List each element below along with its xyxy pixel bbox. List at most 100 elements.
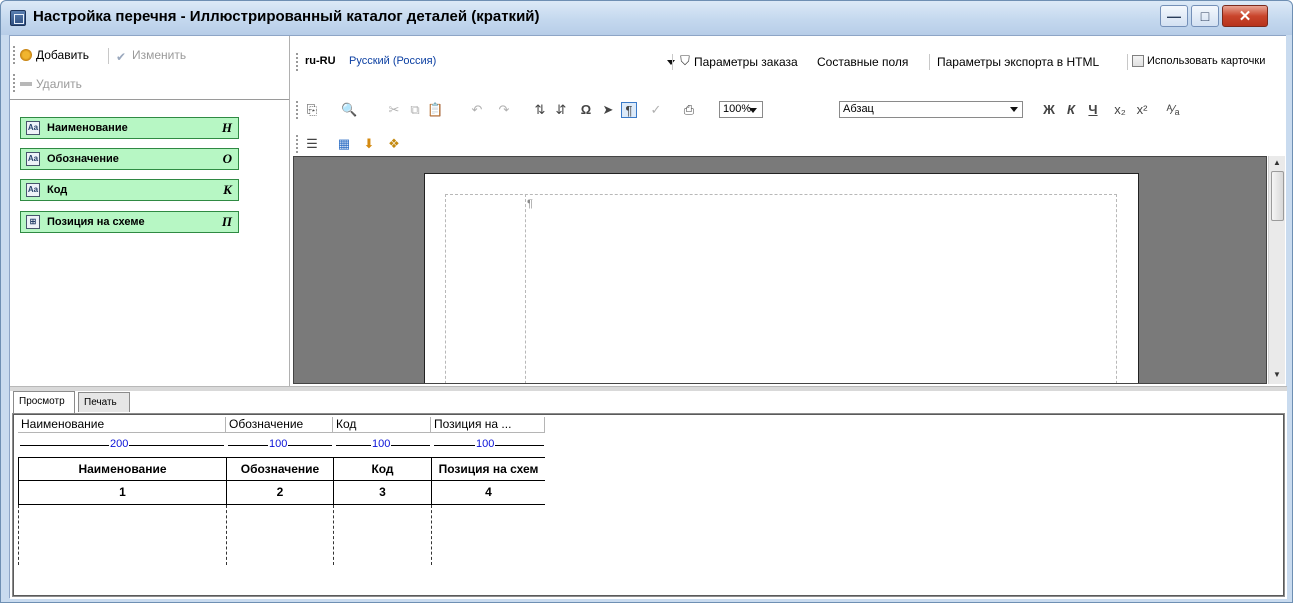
list-icon[interactable]: ☰ bbox=[304, 136, 320, 152]
column-width: 100 bbox=[475, 438, 496, 450]
field-item-designation[interactable]: Aa Обозначение О bbox=[20, 148, 239, 170]
width-ruler: 200 100 100 100 bbox=[18, 438, 545, 451]
document-page[interactable]: ¶ bbox=[424, 173, 1139, 383]
table-cell: 4 bbox=[431, 480, 545, 505]
table-icon[interactable]: ▦ bbox=[336, 136, 352, 152]
maximize-icon: □ bbox=[1200, 8, 1210, 24]
column-width: 100 bbox=[371, 438, 392, 450]
page-margin bbox=[445, 194, 1117, 383]
sort-desc-icon[interactable]: ⇵ bbox=[553, 102, 569, 118]
column-header[interactable]: Позиция на ... bbox=[431, 417, 545, 433]
delete-label: Удалить bbox=[36, 77, 82, 91]
style-value: Абзац bbox=[843, 103, 874, 115]
template-editor: ru-RU Русский (Россия) ⛉ Параметры заказ… bbox=[291, 36, 1286, 386]
toolbar-grip[interactable] bbox=[13, 74, 16, 92]
page-margin-line bbox=[525, 194, 526, 383]
column-width: 100 bbox=[268, 438, 289, 450]
bold-button[interactable]: Ж bbox=[1041, 102, 1057, 118]
composite-fields-button[interactable]: Составные поля bbox=[817, 55, 908, 69]
field-item-code[interactable]: Aa Код К bbox=[20, 179, 239, 201]
tab-preview[interactable]: Просмотр bbox=[13, 391, 75, 413]
column-header[interactable]: Обозначение bbox=[226, 417, 333, 433]
table-header-cell: Код bbox=[333, 457, 432, 481]
delete-button[interactable]: Удалить bbox=[20, 77, 82, 91]
column-guide bbox=[431, 505, 432, 565]
field-label: Код bbox=[47, 184, 68, 196]
italic-button[interactable]: К bbox=[1063, 102, 1079, 118]
find-icon[interactable]: 🔍 bbox=[341, 102, 357, 118]
add-button[interactable]: Добавить bbox=[20, 48, 89, 62]
language-select[interactable]: ru-RU Русский (Россия) bbox=[305, 53, 677, 71]
print-icon[interactable]: ⎙ bbox=[681, 102, 697, 118]
field-label: Позиция на схеме bbox=[47, 216, 145, 228]
fields-panel: Добавить ✔ Изменить Удалить Aa Наименован… bbox=[10, 36, 290, 386]
use-cards-checkbox[interactable] bbox=[1132, 55, 1144, 67]
title-bar[interactable]: Настройка перечня - Иллюстрированный кат… bbox=[1, 1, 1292, 35]
copy-icon[interactable]: ⧉ bbox=[407, 102, 423, 118]
sort-asc-icon[interactable]: ⇅ bbox=[532, 102, 548, 118]
edit-label: Изменить bbox=[132, 48, 187, 62]
column-width: 200 bbox=[109, 438, 130, 450]
symbol-icon[interactable]: Ω bbox=[578, 102, 594, 118]
edit-button[interactable]: ✔ Изменить bbox=[116, 48, 187, 64]
fields-icon[interactable]: ❖ bbox=[386, 136, 402, 152]
undo-icon[interactable]: ↶ bbox=[469, 102, 485, 118]
font-size-icon[interactable]: ᴬ⁄ₐ bbox=[1165, 102, 1181, 118]
document-canvas[interactable]: ¶ bbox=[293, 156, 1267, 384]
cut-icon[interactable]: ✂ bbox=[386, 102, 402, 118]
pilcrow-toggle-icon[interactable]: ¶ bbox=[621, 102, 637, 118]
toolbar-separator bbox=[929, 54, 930, 70]
zoom-value: 100% bbox=[723, 103, 752, 115]
column-guide bbox=[18, 505, 19, 565]
underline-button[interactable]: Ч bbox=[1085, 102, 1101, 118]
minus-icon bbox=[20, 82, 32, 86]
toolbar-separator bbox=[672, 54, 673, 70]
window-title: Настройка перечня - Иллюстрированный кат… bbox=[33, 8, 540, 25]
paragraph-mark: ¶ bbox=[527, 198, 533, 210]
field-key: П bbox=[221, 214, 232, 229]
toolbar-grip[interactable] bbox=[296, 101, 299, 119]
field-item-name[interactable]: Aa Наименование Н bbox=[20, 117, 239, 139]
table-header-cell: Позиция на схем bbox=[431, 457, 545, 481]
column-header[interactable]: Наименование bbox=[18, 417, 226, 433]
insert-field-icon[interactable]: ⎘ bbox=[304, 102, 320, 118]
field-item-position[interactable]: ⊞ Позиция на схеме П bbox=[20, 211, 239, 233]
text-field-icon: Aa bbox=[26, 183, 40, 197]
scroll-thumb[interactable] bbox=[1271, 171, 1284, 221]
maximize-button[interactable]: □ bbox=[1191, 5, 1219, 27]
scroll-up-icon[interactable]: ▲ bbox=[1273, 158, 1281, 167]
table-cell: 3 bbox=[333, 480, 432, 505]
redo-icon[interactable]: ↷ bbox=[496, 102, 512, 118]
html-export-button[interactable]: Параметры экспорта в HTML bbox=[937, 55, 1099, 69]
toolbar-grip[interactable] bbox=[296, 53, 299, 71]
use-cards-label: Использовать карточки bbox=[1147, 55, 1266, 67]
field-label: Обозначение bbox=[47, 153, 119, 165]
toolbar-separator bbox=[1127, 54, 1128, 70]
toolbar-grip[interactable] bbox=[13, 46, 16, 64]
chevron-down-icon bbox=[749, 108, 757, 113]
insert-down-icon[interactable]: ⬇ bbox=[361, 136, 377, 152]
superscript-icon[interactable]: x² bbox=[1134, 102, 1150, 118]
tab-print[interactable]: Печать bbox=[78, 392, 130, 412]
select-icon[interactable]: ➤ bbox=[600, 102, 616, 118]
table-header-cell: Наименование bbox=[18, 457, 227, 481]
order-params-button[interactable]: Параметры заказа bbox=[694, 55, 798, 69]
language-code: ru-RU bbox=[305, 55, 336, 67]
add-icon bbox=[20, 49, 32, 61]
close-button[interactable]: ✕ bbox=[1222, 5, 1268, 27]
scroll-down-icon[interactable]: ▼ bbox=[1273, 370, 1281, 379]
text-field-icon: Aa bbox=[26, 121, 40, 135]
style-select[interactable]: Абзац bbox=[839, 101, 1023, 118]
spell-icon[interactable]: ✓ bbox=[648, 102, 664, 118]
toolbar-grip[interactable] bbox=[296, 135, 299, 153]
minimize-icon: — bbox=[1167, 8, 1181, 24]
minimize-button[interactable]: — bbox=[1160, 5, 1188, 27]
table-cell: 1 bbox=[18, 480, 227, 505]
toolbar-separator bbox=[108, 48, 109, 64]
paste-icon[interactable]: 📋 bbox=[427, 102, 443, 118]
tab-content: Наименование Обозначение Код Позиция на … bbox=[12, 413, 1285, 597]
column-header[interactable]: Код bbox=[333, 417, 431, 433]
document-scrollbar[interactable]: ▲ ▼ bbox=[1268, 156, 1285, 384]
subscript-icon[interactable]: x₂ bbox=[1112, 102, 1128, 118]
preview-canvas: Наименование Обозначение Код Позиция на … bbox=[13, 414, 1284, 596]
